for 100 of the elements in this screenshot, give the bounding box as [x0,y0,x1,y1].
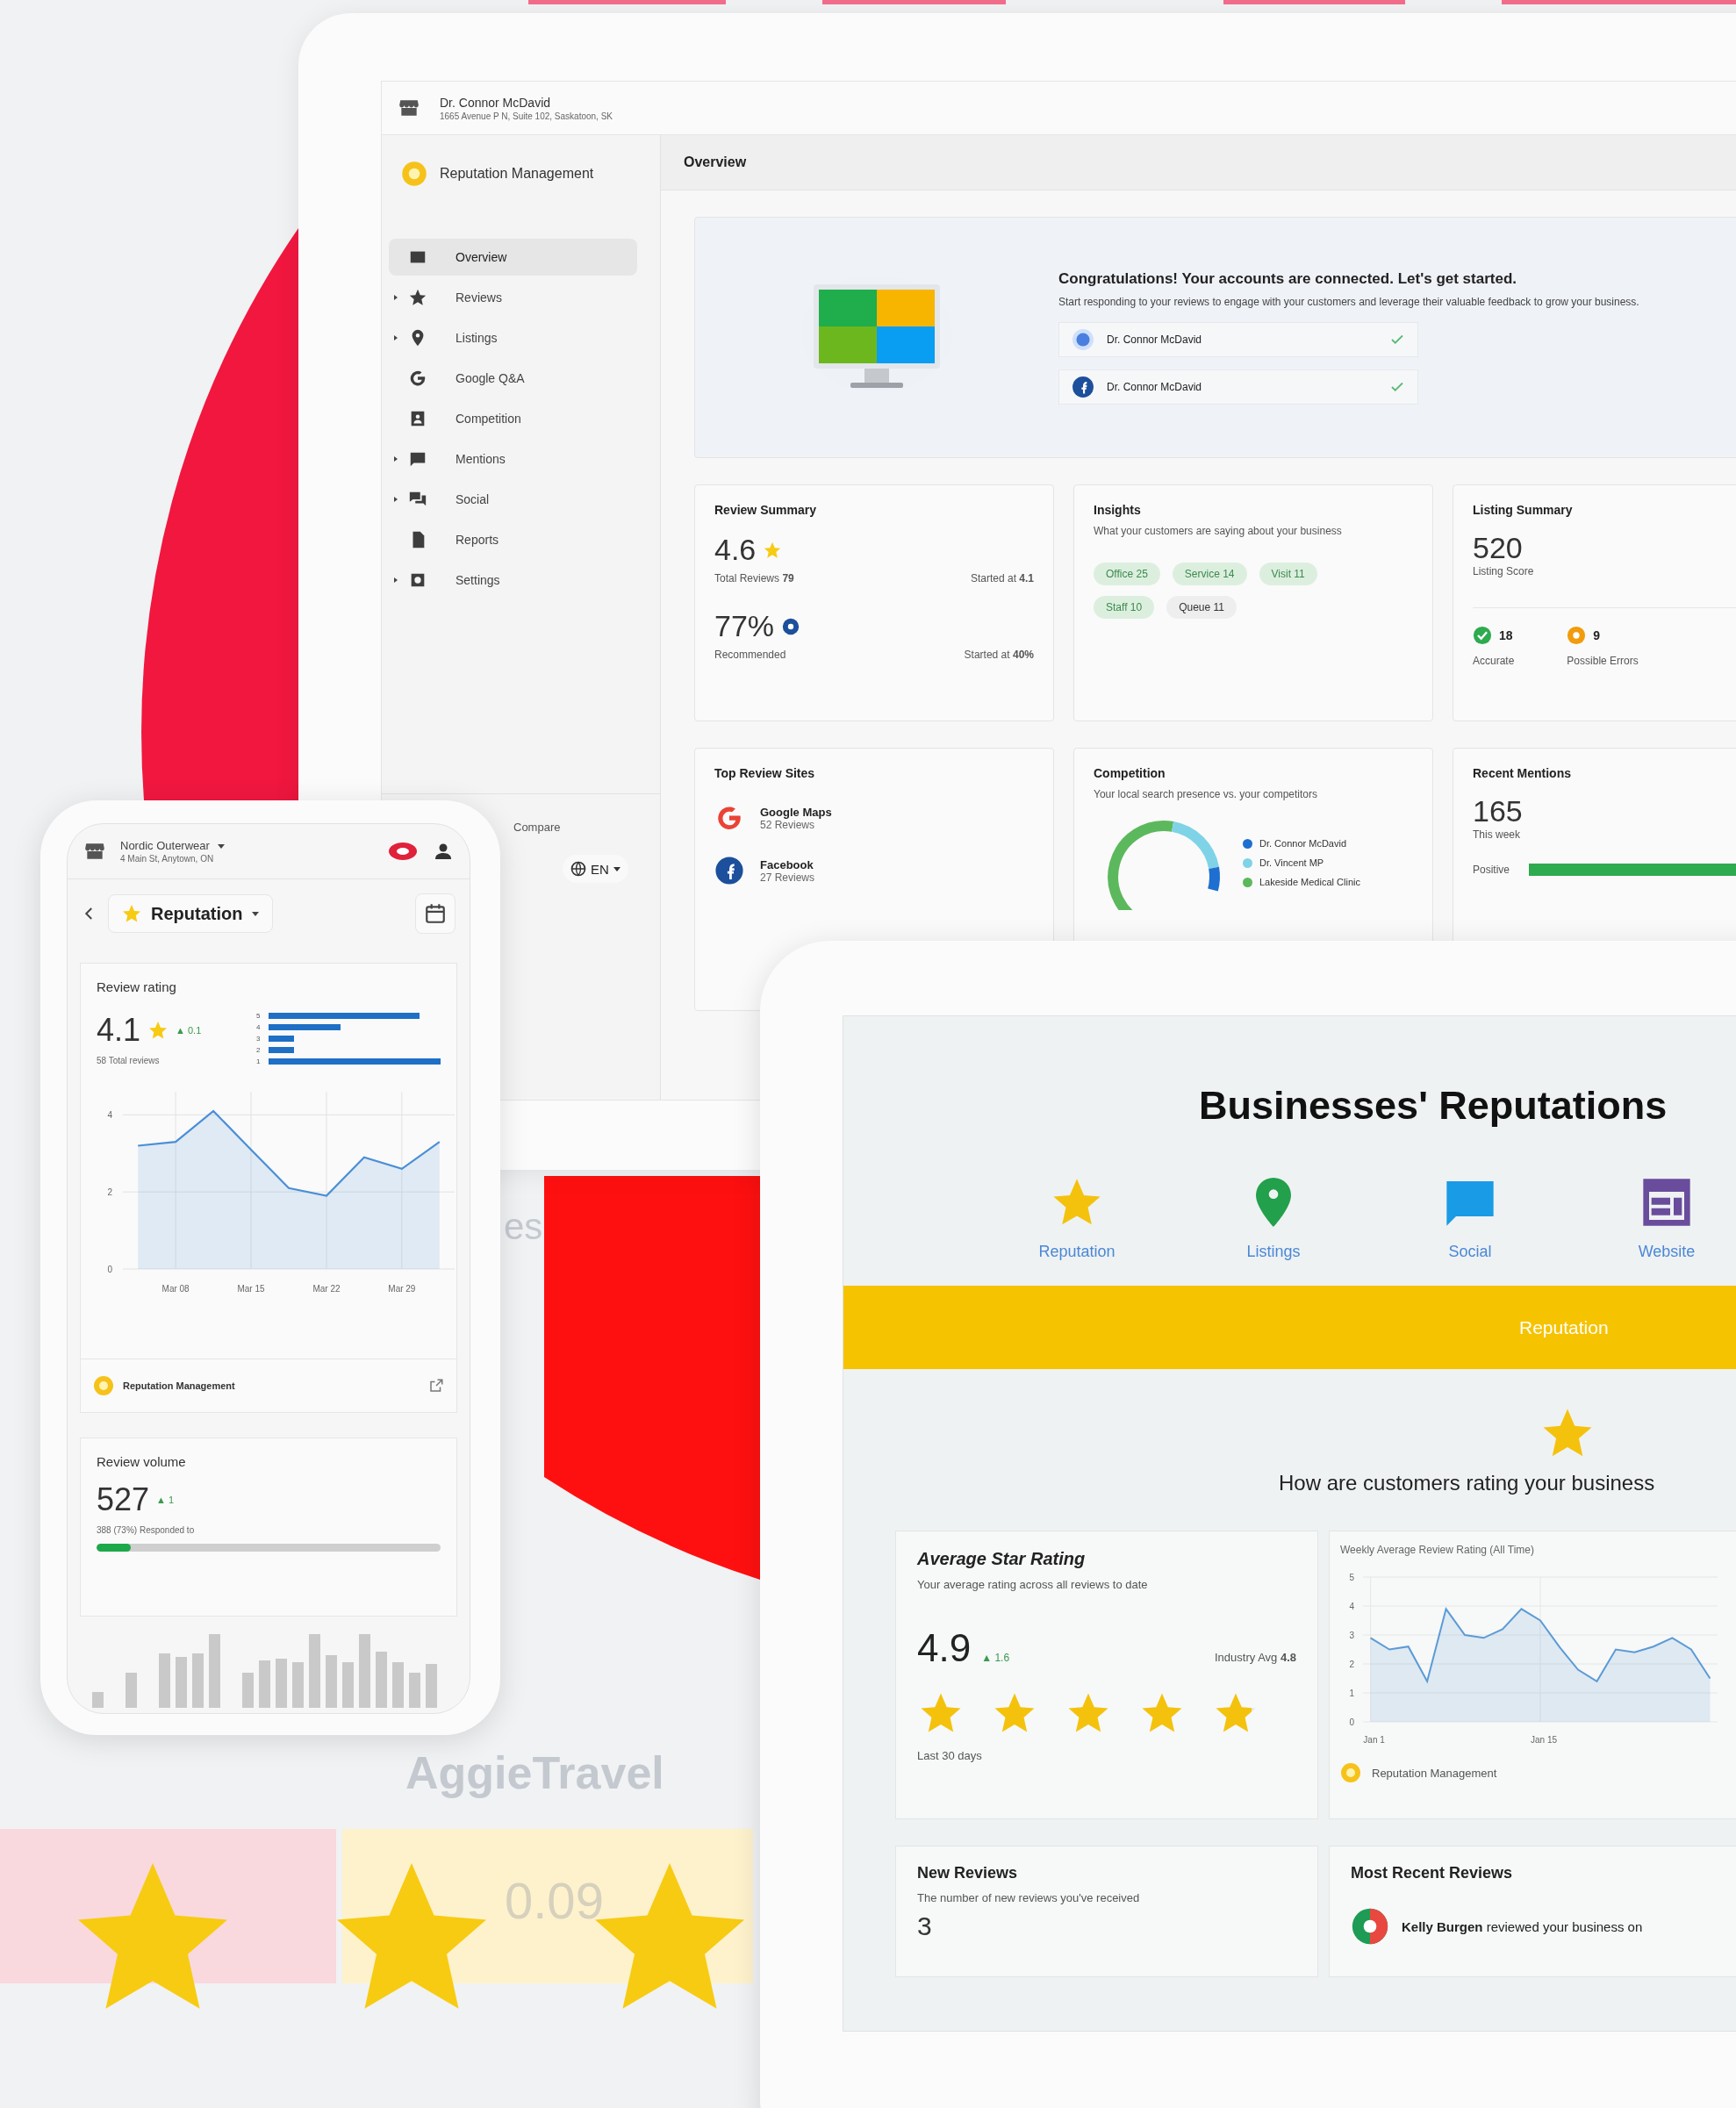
axis-label: 4 [107,1110,112,1121]
nav-item[interactable]: Competition [389,400,637,437]
star-level-label: 1 [256,1058,262,1065]
distribution-bar [269,1036,295,1042]
axis-label: Jan 15 [1531,1735,1557,1745]
app-logo-icon [93,1375,114,1396]
section-question: How are customers rating your business [1279,1471,1656,1495]
topic-chip[interactable]: Staff 10 [1094,596,1155,620]
nav-item[interactable]: Mentions [389,441,637,477]
axis-label: 5 [1349,1573,1354,1582]
legend-label: Dr. Vincent MP [1259,857,1324,869]
axis-label: 4 [1349,1602,1354,1611]
mention-count: 165 [1473,794,1524,828]
info-icon [781,616,801,636]
nav-item[interactable]: Settings [389,562,637,599]
stat-count: 9 [1593,628,1601,642]
card-subtitle: What your customers are saying about your business [1094,524,1343,539]
axis-label: Mar 08 [161,1284,190,1294]
stat-label: Possible Errors [1567,655,1639,667]
nav-item[interactable]: Listings [389,319,637,356]
rating-value: 4.1 [97,1012,141,1049]
open-external-icon[interactable] [428,1378,444,1394]
listing-score-label: Listing Score [1473,565,1535,577]
card-subtitle: Your local search presence vs. your competitors [1094,787,1318,802]
card-title: Average Star Rating [917,1549,1087,1569]
language-selector[interactable]: EN [563,855,628,883]
card-title: Competition [1094,766,1166,780]
card-title: Review volume [97,1454,187,1469]
axis-label: Jan 1 [1363,1735,1385,1745]
recommended-value: 77% [714,609,775,643]
bar-label: Positive [1473,864,1510,876]
account-name: Dr. Connor McDavid [440,95,552,110]
rating-value: 4.9 [917,1626,972,1670]
chart-title: Weekly Average Review Rating (All Time) [1340,1544,1535,1556]
axis-label: Mar 22 [312,1284,341,1294]
review-count: 52 Reviews [760,818,815,831]
card-title: Review Summary [714,503,817,517]
nav-item[interactable]: Overview [389,239,637,276]
axis-label: Mar 29 [388,1284,416,1294]
volume-value: 527 [97,1481,150,1518]
calendar-button[interactable] [415,893,456,934]
topic-chip[interactable]: Service 14 [1172,563,1247,586]
calendar-icon [424,902,447,925]
card-subtitle: The number of new reviews you've received [917,1891,1141,1904]
card-subtitle: Your average rating across all reviews to date [917,1578,1149,1591]
nav-item[interactable]: Reports [389,521,637,558]
topic-chip[interactable]: Visit 11 [1259,563,1317,586]
nav-item[interactable]: Google Q&A [389,360,637,397]
check-circle-icon [1473,626,1492,645]
caret-icon [612,864,621,873]
caret-icon [251,909,261,918]
section-title: Reputation [1519,1316,1609,1338]
nav-item[interactable]: Reviews [389,279,637,316]
star-level-label: 5 [256,1012,262,1020]
account-address: 1665 Avenue P N, Suite 102, Saskatoon, SK [440,111,613,121]
topic-chip[interactable]: Queue 11 [1166,596,1237,620]
rating-value: 4.6 [714,533,757,567]
axis-label: 1 [1349,1689,1354,1698]
distribution-bar [269,1047,295,1053]
total-reviews: 58 Total reviews [97,1056,161,1065]
facebook-icon [714,856,744,886]
axis-label: 0 [1349,1717,1354,1727]
review-notice: Kelly Burgen reviewed your business on [1402,1918,1643,1934]
responded-label: 388 (73%) Responded to [97,1525,196,1535]
account-name: Dr. Connor McDavid [1107,333,1203,346]
star-level-label: 3 [256,1035,262,1043]
business-address: 4 Main St, Anytown, ON [120,854,215,864]
axis-label: 3 [1349,1631,1354,1640]
business-selector[interactable]: Nordic Outerwear [120,839,226,852]
product-name: Reputation Management [1372,1766,1497,1780]
card-title: Listing Summary [1473,503,1574,517]
page-title: Businesses' Reputations [1198,1082,1668,1129]
star-level-label: 4 [256,1023,262,1031]
compare-link[interactable]: Compare [513,821,561,834]
total-reviews-label: Total Reviews 79 [714,572,794,584]
industry-average: Industry Avg 4.8 [1215,1651,1296,1664]
card-title: Review rating [97,979,177,994]
starting-recommended: Started at 40% [964,649,1034,661]
volume-change: ▲ 1 [156,1495,175,1505]
section-dropdown[interactable]: Reputation [108,894,274,933]
facebook-icon [1072,375,1094,398]
site-name: Facebook [760,857,814,871]
legend-label: Lakeside Medical Clinic [1259,877,1360,888]
card-title: Top Review Sites [714,766,816,780]
page-title: Overview [684,154,747,170]
welcome-title: Congratulations! Your accounts are connected. Let's get started. [1058,270,1517,289]
period-label: This week [1473,828,1522,841]
card-title: Recent Mentions [1473,766,1572,780]
nav-item[interactable]: Social [389,481,637,518]
rating-change: ▲ 1.6 [981,1652,1010,1664]
star-icon [408,288,427,307]
star-level-label: 2 [256,1046,262,1054]
recommended-label: Recommended [714,649,786,661]
axis-label: 0 [107,1265,112,1274]
globe-icon [570,860,587,878]
star-icon [121,903,142,924]
app-logo-icon [401,161,427,187]
topic-chip[interactable]: Office 25 [1094,563,1160,586]
app-title: Reputation Management [440,166,594,182]
new-reviews-count: 3 [917,1911,933,1941]
